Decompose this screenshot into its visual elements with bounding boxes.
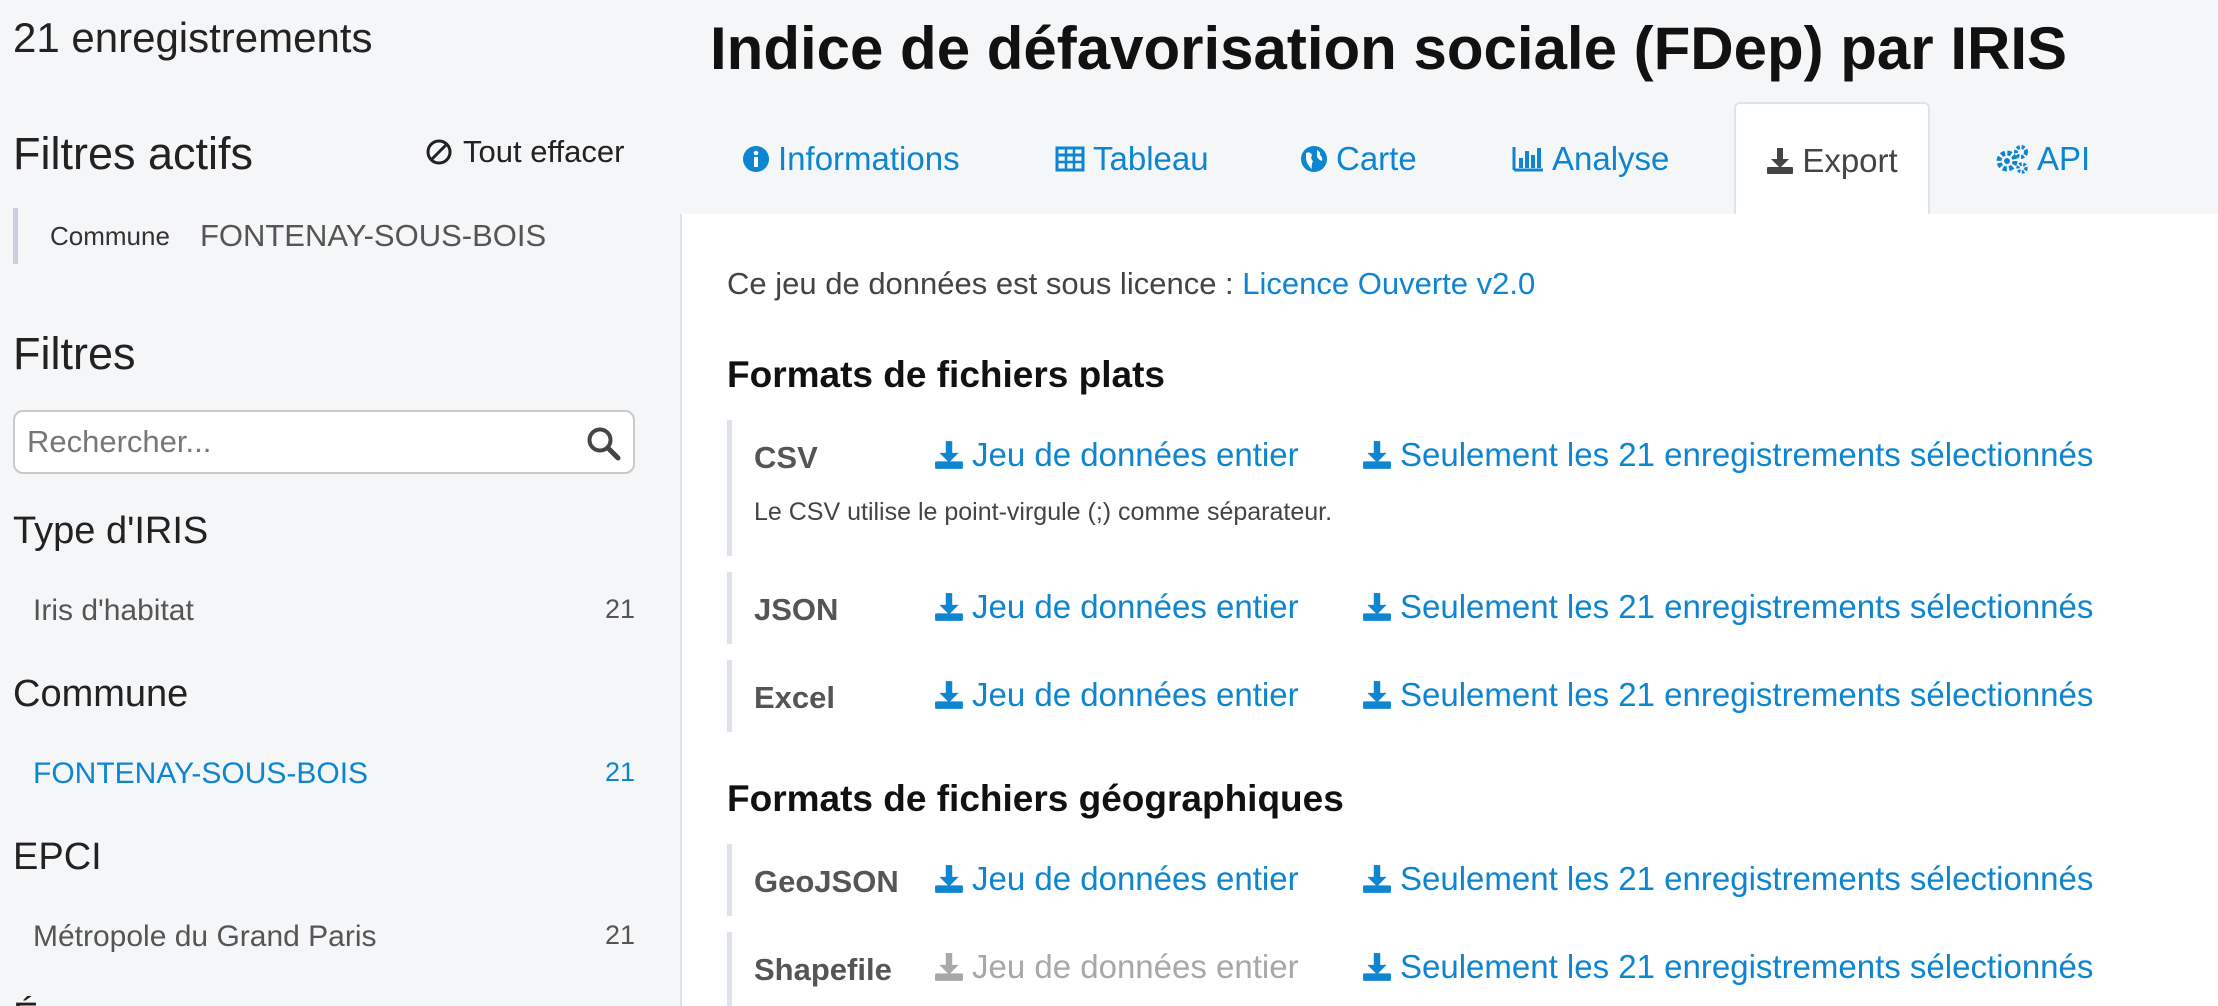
download-icon	[935, 953, 963, 981]
licence-link[interactable]: Licence Ouverte v2.0	[1242, 266, 1535, 301]
download-icon	[1767, 148, 1794, 174]
search-icon[interactable]	[585, 425, 623, 463]
filter-search-input[interactable]	[15, 424, 555, 460]
download-full-geojson[interactable]: Jeu de données entier	[934, 860, 1299, 898]
active-filter-value: FONTENAY-SOUS-BOIS	[199, 218, 547, 253]
facet-item-iris-habitat[interactable]: Iris d'habitat 21	[33, 594, 635, 628]
facet-title-epci: EPCI	[13, 836, 102, 878]
tab-label: Analyse	[1552, 140, 1670, 177]
download-label: Seulement les 21 enregistrements sélecti…	[1400, 436, 2094, 473]
tab-analyse[interactable]: Analyse	[1512, 102, 1669, 216]
format-row-shapefile: Shapefile Jeu de données entier Seulemen…	[727, 932, 2093, 1006]
format-name: GeoJSON	[754, 864, 899, 899]
format-row-excel: Excel Jeu de données entier Seulement le…	[727, 660, 2093, 732]
format-name: JSON	[754, 592, 839, 627]
download-selected-excel[interactable]: Seulement les 21 enregistrements sélecti…	[1362, 676, 2093, 714]
info-icon	[743, 146, 769, 172]
download-icon	[935, 681, 963, 709]
record-count: 21 enregistrements	[13, 14, 373, 61]
download-label: Jeu de données entier	[972, 676, 1299, 713]
format-name: CSV	[754, 440, 818, 475]
geo-formats-title: Formats de fichiers géographiques	[727, 778, 1344, 819]
globe-icon	[1301, 146, 1327, 172]
tab-api[interactable]: API	[1995, 102, 2090, 216]
facet-item-count: 21	[604, 757, 635, 787]
download-full-json[interactable]: Jeu de données entier	[934, 588, 1299, 626]
sidebar: 21 enregistrements Filtres actifs Tout e…	[0, 0, 650, 1006]
download-label: Seulement les 21 enregistrements sélecti…	[1400, 588, 2094, 625]
format-row-geojson: GeoJSON Jeu de données entier Seulement …	[727, 844, 2093, 916]
page-title: Indice de défavorisation sociale (FDep) …	[710, 15, 2068, 82]
facet-item-label: Métropole du Grand Paris	[33, 920, 377, 953]
gears-icon	[1996, 145, 2028, 174]
facet-title-type-iris: Type d'IRIS	[13, 510, 209, 552]
active-filters-title: Filtres actifs	[13, 128, 254, 179]
flat-formats-title: Formats de fichiers plats	[727, 354, 1165, 395]
facet-item-count: 21	[604, 594, 635, 624]
download-selected-csv[interactable]: Seulement les 21 enregistrements sélecti…	[1362, 436, 2093, 474]
download-label: Seulement les 21 enregistrements sélecti…	[1400, 676, 2094, 713]
clear-all-label: Tout effacer	[463, 134, 625, 169]
csv-separator-note: Le CSV utilise le point-virgule (;) comm…	[754, 498, 1333, 526]
download-icon	[1363, 681, 1391, 709]
format-row-csv: CSV Jeu de données entier Seulement les …	[727, 420, 2093, 556]
download-label: Jeu de données entier	[972, 588, 1299, 625]
tab-bar: Informations Tableau Carte Analyse Expor…	[680, 102, 2218, 218]
download-icon	[1363, 441, 1391, 469]
format-name: Excel	[754, 680, 836, 715]
table-icon	[1055, 146, 1085, 172]
download-selected-shapefile[interactable]: Seulement les 21 enregistrements sélecti…	[1362, 948, 2093, 986]
download-label: Jeu de données entier	[972, 436, 1299, 473]
tab-informations[interactable]: Informations	[742, 102, 960, 216]
filters-title: Filtres	[13, 328, 136, 379]
facet-item-count: 21	[604, 920, 635, 950]
tab-tableau[interactable]: Tableau	[1055, 102, 1209, 216]
download-icon	[935, 865, 963, 893]
facet-item-metropole[interactable]: Métropole du Grand Paris 21	[33, 920, 635, 954]
download-label: Jeu de données entier	[972, 948, 1299, 985]
tab-label: Informations	[778, 140, 960, 177]
tab-label: Carte	[1336, 140, 1417, 177]
tab-label: Export	[1802, 142, 1898, 179]
download-label: Seulement les 21 enregistrements sélecti…	[1400, 860, 2094, 897]
tab-label: API	[2037, 140, 2091, 177]
clear-all-button[interactable]: Tout effacer	[425, 134, 624, 170]
facet-title-commune: Commune	[13, 673, 189, 715]
format-name: Shapefile	[754, 952, 892, 987]
format-row-json: JSON Jeu de données entier Seulement les…	[727, 572, 2093, 644]
download-icon	[1363, 593, 1391, 621]
active-filter[interactable]: Commune FONTENAY-SOUS-BOIS	[13, 208, 546, 264]
tab-export[interactable]: Export	[1734, 102, 1930, 218]
facet-item-label: Iris d'habitat	[33, 594, 194, 627]
ban-icon	[426, 139, 452, 165]
active-filter-label: Commune	[50, 220, 170, 251]
bar-chart-icon	[1512, 147, 1543, 172]
download-selected-json[interactable]: Seulement les 21 enregistrements sélecti…	[1362, 588, 2093, 626]
licence-line: Ce jeu de données est sous licence : Lic…	[727, 266, 1535, 302]
facet-title-partial: É	[13, 996, 38, 1006]
download-full-excel[interactable]: Jeu de données entier	[934, 676, 1299, 714]
licence-text: Ce jeu de données est sous licence :	[727, 266, 1234, 301]
download-selected-geojson[interactable]: Seulement les 21 enregistrements sélecti…	[1362, 860, 2093, 898]
facet-item-fontenay[interactable]: FONTENAY-SOUS-BOIS 21	[33, 757, 635, 791]
download-icon	[935, 593, 963, 621]
download-label: Jeu de données entier	[972, 860, 1299, 897]
download-icon	[1363, 865, 1391, 893]
facet-item-label: FONTENAY-SOUS-BOIS	[33, 757, 369, 790]
download-icon	[1363, 953, 1391, 981]
download-full-csv[interactable]: Jeu de données entier	[934, 436, 1299, 474]
download-full-shapefile: Jeu de données entier	[934, 948, 1299, 986]
export-panel: Ce jeu de données est sous licence : Lic…	[680, 214, 2218, 1006]
tab-carte[interactable]: Carte	[1300, 102, 1417, 216]
tab-label: Tableau	[1093, 140, 1209, 177]
download-icon	[935, 441, 963, 469]
filter-search	[13, 410, 635, 474]
download-label: Seulement les 21 enregistrements sélecti…	[1400, 948, 2094, 985]
